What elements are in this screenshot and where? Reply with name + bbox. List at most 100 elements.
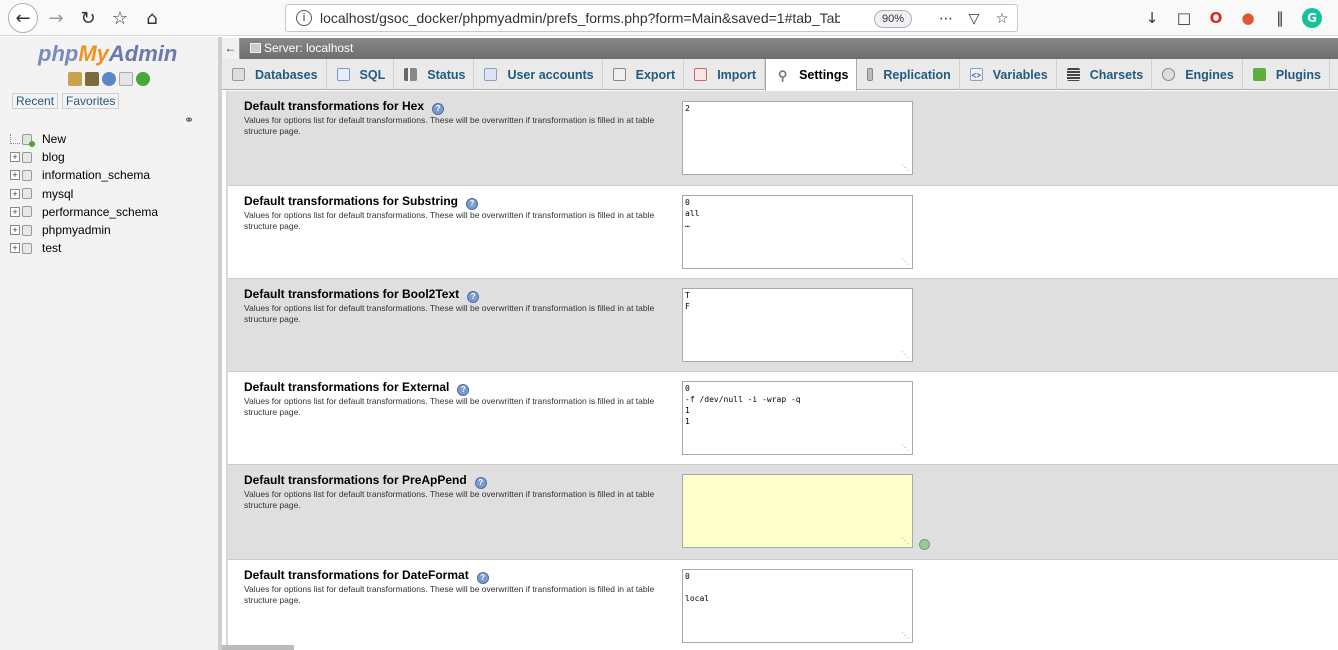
setting-description: Values for options list for default tran… (244, 584, 655, 605)
help-icon[interactable]: ? (474, 477, 487, 489)
hex-transformations-textarea[interactable]: 2 (682, 101, 913, 175)
resize-grip-icon[interactable]: ⋱ (901, 164, 1336, 183)
help-icon[interactable]: ? (476, 572, 489, 584)
expand-icon[interactable]: + (10, 225, 20, 236)
tree-item-label[interactable]: mysql (42, 187, 73, 201)
expand-icon[interactable]: + (10, 170, 20, 181)
setting-description: Values for options list for default tran… (244, 210, 655, 231)
tab-label: Replication (883, 67, 951, 82)
server-icon (250, 43, 261, 53)
server-label[interactable]: Server: localhost (264, 41, 353, 55)
tab-label: Databases (255, 67, 318, 82)
restore-default-icon[interactable] (919, 539, 930, 550)
help-icon[interactable]: ? (457, 384, 470, 396)
tab-settings[interactable]: ⚲ Settings (765, 59, 858, 91)
tree-item-test[interactable]: + test (10, 239, 215, 257)
help-icon[interactable]: ? (466, 198, 479, 210)
resize-grip-icon[interactable]: ⋱ (901, 258, 1336, 276)
setting-row-hex: Default transformations for Hex? Values … (228, 91, 1338, 186)
tab-status[interactable]: Status (394, 59, 475, 90)
help-icon[interactable]: ? (467, 291, 480, 303)
status-icon (404, 68, 418, 81)
favorite-tables-button[interactable]: Favorites (62, 93, 120, 109)
forward-arrow-icon[interactable]: → (42, 4, 70, 32)
tree-item-label[interactable]: performance_schema (42, 205, 158, 219)
help-icon[interactable]: ? (432, 103, 445, 115)
tree-item-information-schema[interactable]: + information_schema (10, 166, 215, 184)
reload-navigation-icon[interactable] (136, 72, 150, 86)
documentation-icon[interactable] (119, 72, 133, 86)
tab-databases[interactable]: Databases (222, 59, 327, 90)
reload-icon[interactable]: ↻ (74, 4, 102, 32)
opera-extension-icon[interactable]: O (1206, 8, 1226, 28)
browser-toolbar: ← → ↻ ☆ ⌂ i localhost/gsoc_docker/phpmya… (0, 0, 1338, 36)
bookmark-star-icon[interactable]: ☆ (106, 4, 134, 32)
setting-title: Default transformations for External? (244, 380, 470, 396)
help-icon[interactable] (102, 72, 116, 86)
tab-plugins[interactable]: Plugins (1243, 59, 1330, 90)
expand-icon[interactable]: + (10, 206, 20, 217)
url-text[interactable]: localhost/gsoc_docker/phpmyadmin/prefs_f… (320, 10, 840, 26)
reader-view-icon[interactable]: □ (1174, 8, 1194, 28)
import-icon (694, 68, 708, 81)
address-bar[interactable]: i localhost/gsoc_docker/phpmyadmin/prefs… (285, 4, 1018, 32)
link-with-main-panel-icon[interactable]: ⚭ (184, 113, 194, 127)
preappend-transformations-textarea[interactable] (682, 474, 913, 548)
tab-charsets[interactable]: Charsets (1057, 59, 1153, 90)
tree-item-new[interactable]: New (10, 130, 215, 148)
expand-icon[interactable]: + (10, 188, 20, 199)
download-icon[interactable]: ↓ (1142, 8, 1162, 28)
tab-sql[interactable]: SQL (327, 59, 395, 90)
tree-item-mysql[interactable]: + mysql (10, 185, 215, 203)
site-info-icon[interactable]: i (296, 10, 312, 26)
logout-icon[interactable] (85, 72, 99, 86)
tree-item-label[interactable]: New (42, 132, 66, 146)
bool2text-transformations-textarea[interactable]: T F (682, 288, 913, 362)
database-icon (22, 242, 32, 254)
server-breadcrumb[interactable]: Server: localhost (250, 41, 353, 55)
tree-item-label[interactable]: blog (42, 150, 65, 164)
horizontal-scrollbar[interactable] (222, 645, 294, 650)
tab-export[interactable]: Export (603, 59, 685, 90)
tree-item-phpmyadmin[interactable]: + phpmyadmin (10, 221, 215, 239)
zoom-level-badge[interactable]: 90% (874, 10, 912, 28)
phpmyadmin-logo[interactable]: phpMyAdmin (38, 41, 188, 67)
library-icon[interactable]: ‖ (1270, 8, 1290, 28)
tab-engines[interactable]: Engines (1152, 59, 1243, 90)
back-arrow-icon[interactable]: ← (8, 3, 38, 33)
substring-transformations-textarea[interactable]: 0 all … (682, 195, 913, 269)
tree-item-label[interactable]: test (42, 241, 61, 255)
tree-item-blog[interactable]: + blog (10, 148, 215, 166)
setting-title: Default transformations for Hex? (244, 99, 445, 115)
pocket-icon[interactable]: ▽ (964, 9, 984, 29)
tab-label: Export (635, 67, 676, 82)
tab-import[interactable]: Import (684, 59, 766, 90)
resize-grip-icon[interactable]: ⋱ (901, 537, 1336, 557)
resize-grip-icon[interactable]: ⋱ (901, 444, 1336, 462)
collapse-navigation-arrow-icon[interactable]: ← (222, 38, 240, 59)
dateformat-transformations-textarea[interactable]: 0 local (682, 569, 913, 643)
tab-variables[interactable]: <> Variables (960, 59, 1057, 90)
duckduckgo-icon[interactable]: ● (1238, 8, 1258, 28)
expand-icon[interactable]: + (10, 243, 20, 254)
home-icon[interactable]: ⌂ (138, 4, 166, 32)
bookmark-star-icon[interactable]: ☆ (992, 9, 1012, 29)
tree-item-label[interactable]: phpmyadmin (42, 223, 111, 237)
logo-php: php (38, 41, 79, 66)
database-icon (22, 151, 32, 163)
tab-replication[interactable]: Replication (857, 59, 960, 90)
resize-grip-icon[interactable]: ⋱ (901, 632, 1336, 648)
external-transformations-textarea[interactable]: 0 -f /dev/null -i -wrap -q 1 1 (682, 381, 913, 455)
recent-tables-button[interactable]: Recent (12, 93, 59, 109)
resize-grip-icon[interactable]: ⋱ (901, 351, 1336, 369)
variables-icon: <> (969, 68, 983, 81)
expand-icon[interactable]: + (10, 152, 20, 163)
tree-item-performance-schema[interactable]: + performance_schema (10, 203, 215, 221)
form-border (226, 91, 228, 650)
tree-item-label[interactable]: information_schema (42, 168, 150, 182)
grammarly-icon[interactable]: G (1302, 8, 1322, 28)
setting-description: Values for options list for default tran… (244, 396, 655, 417)
page-actions-icon[interactable]: ⋯ (936, 9, 956, 29)
tab-user-accounts[interactable]: User accounts (474, 59, 603, 90)
home-icon[interactable] (68, 72, 82, 86)
